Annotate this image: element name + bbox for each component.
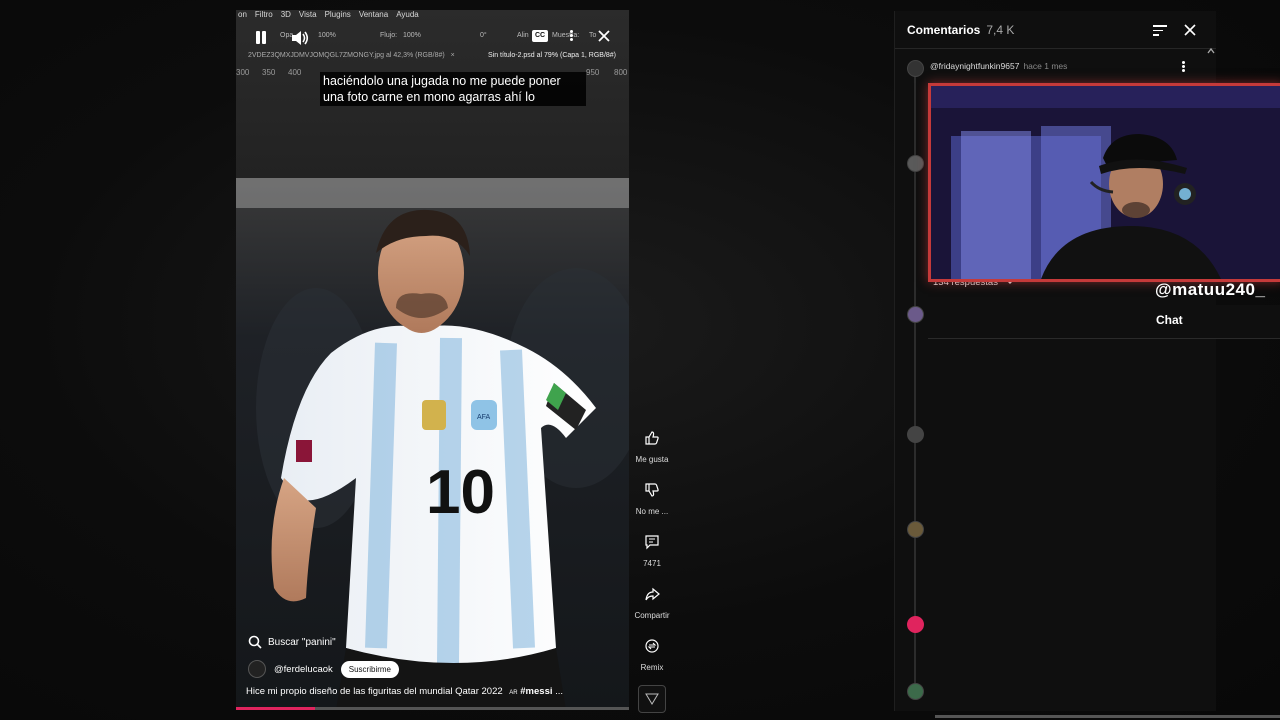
panel-scrollbar[interactable] — [935, 715, 1280, 718]
caption-text: Hice mi propio diseño de las figuritas d… — [246, 686, 503, 697]
search-suggestion[interactable]: Buscar "panini" — [248, 632, 336, 652]
remix-button[interactable]: Remix — [630, 633, 674, 672]
remix-label: Remix — [640, 663, 664, 672]
sort-icon[interactable] — [1153, 25, 1167, 37]
caption-hashtag[interactable]: #messi — [520, 686, 552, 697]
dislike-button[interactable]: No me ... — [630, 477, 674, 516]
tool-label: 0° — [480, 32, 487, 39]
menu-item: Ayuda — [396, 10, 419, 19]
video-subtitle: haciéndolo una jugada no me puede poner … — [320, 72, 586, 106]
share-label: Compartir — [634, 611, 670, 620]
channel-avatar[interactable] — [248, 660, 266, 678]
streamer-webcam — [928, 83, 1280, 282]
document-tab: 2VDEZ3QMXJDMVJOMQGL7ZMONGY.jpg al 42,3% … — [248, 52, 455, 59]
comment-icon — [639, 529, 665, 555]
divider — [895, 48, 1216, 49]
audio-track-icon — [638, 685, 666, 713]
reply-avatar[interactable] — [907, 616, 924, 633]
caption-more[interactable]: ... — [555, 686, 563, 697]
ruler-tick: 350 — [262, 68, 276, 77]
remix-icon — [639, 633, 665, 659]
like-label: Me gusta — [635, 455, 669, 464]
photoshop-tabs: 2VDEZ3QMXJDMVJOMQGL7ZMONGY.jpg al 42,3% … — [236, 50, 629, 64]
short-video-player[interactable]: on Filtro 3D Vista Plugins Ventana Ayuda… — [236, 10, 629, 710]
caption-ar-badge: AR — [509, 690, 518, 696]
document-tab-close: × — [450, 52, 455, 59]
subtitle-line: haciéndolo una jugada no me puede poner — [323, 74, 561, 88]
reply-avatar[interactable] — [907, 683, 924, 700]
comment-more-icon[interactable] — [1182, 60, 1186, 74]
subtitle-line: una foto carne en mono agarras ahí lo — [323, 90, 535, 104]
streamer-handle: @matuu240_ — [1155, 280, 1266, 299]
menu-item: Vista — [298, 10, 317, 19]
afa-badge-text: AFA — [477, 414, 491, 421]
comments-count: 7471 — [643, 559, 661, 568]
pause-button[interactable] — [253, 30, 269, 46]
sound-thumbnail[interactable] — [630, 685, 674, 717]
ruler-tick: 800 — [614, 68, 628, 77]
menu-item: on — [238, 10, 247, 19]
comment-author[interactable]: @fridaynightfunkin9657 — [930, 61, 1019, 71]
share-icon — [639, 581, 665, 607]
menu-item: Ventana — [358, 10, 389, 19]
dislike-label: No me ... — [635, 507, 669, 516]
chat-label: Chat — [1156, 313, 1183, 327]
channel-name[interactable]: @ferdelucaok — [274, 664, 333, 675]
tool-label: Muestra: — [552, 32, 580, 39]
ruler-tick: 300 — [236, 68, 250, 77]
reply-avatar[interactable] — [907, 426, 924, 443]
photoshop-menubar: on Filtro 3D Vista Plugins Ventana Ayuda — [236, 10, 629, 22]
tool-label: Alin — [517, 32, 529, 39]
comments-button[interactable]: 7471 — [630, 529, 674, 568]
comment-avatar[interactable] — [907, 60, 924, 77]
document-tab-name: 2VDEZ3QMXJDMVJOMQGL7ZMONGY.jpg al 42,3% … — [248, 52, 445, 59]
ruler-tick: 400 — [288, 68, 302, 77]
like-button[interactable]: Me gusta — [630, 425, 674, 464]
tool-label: 100% — [318, 32, 336, 39]
reply-avatar[interactable] — [907, 521, 924, 538]
more-options-icon[interactable] — [570, 29, 574, 43]
reply-avatar[interactable] — [907, 306, 924, 323]
reply-avatar[interactable] — [907, 155, 924, 172]
menu-item: 3D — [280, 10, 291, 19]
video-progress-fill — [236, 707, 315, 710]
search-suggestion-label: Buscar "panini" — [268, 636, 336, 648]
volume-icon[interactable] — [290, 29, 310, 47]
chat-tab[interactable]: Chat — [928, 305, 1280, 339]
close-icon[interactable] — [1182, 22, 1198, 38]
menu-item: Filtro — [254, 10, 273, 19]
comments-total: 7,4 K — [986, 23, 1015, 37]
video-frame-photo: AFA 10 — [236, 178, 629, 710]
thumbs-down-icon — [639, 477, 665, 503]
tool-label: Flujo: — [380, 32, 398, 39]
scroll-up-icon[interactable] — [1207, 47, 1215, 55]
comment-time: hace 1 mes — [1023, 61, 1068, 71]
comments-header: Comentarios 7,4 K — [907, 23, 1014, 37]
thumbs-up-icon — [639, 425, 665, 451]
tool-label: 100% — [403, 32, 421, 39]
comments-title: Comentarios — [907, 23, 981, 37]
search-icon — [248, 635, 262, 649]
jersey-number: 10 — [426, 458, 495, 527]
close-fullscreen-icon[interactable] — [596, 28, 612, 44]
share-button[interactable]: Compartir — [630, 581, 674, 620]
menu-item: Plugins — [324, 10, 351, 19]
video-caption[interactable]: Hice mi propio diseño de las figuritas d… — [246, 686, 563, 697]
document-tab-active: Sin título-2.psd al 79% (Capa 1, RGB/8#) — [488, 52, 617, 59]
captions-button[interactable]: CC — [532, 30, 548, 42]
ruler-tick: 950 — [586, 68, 600, 77]
video-progress-bar[interactable] — [236, 707, 629, 710]
subscribe-button[interactable]: Suscribirme — [340, 660, 399, 678]
comment-meta: @fridaynightfunkin9657 hace 1 mes — [930, 61, 1067, 71]
channel-row: @ferdelucaok Suscribirme — [248, 658, 399, 680]
